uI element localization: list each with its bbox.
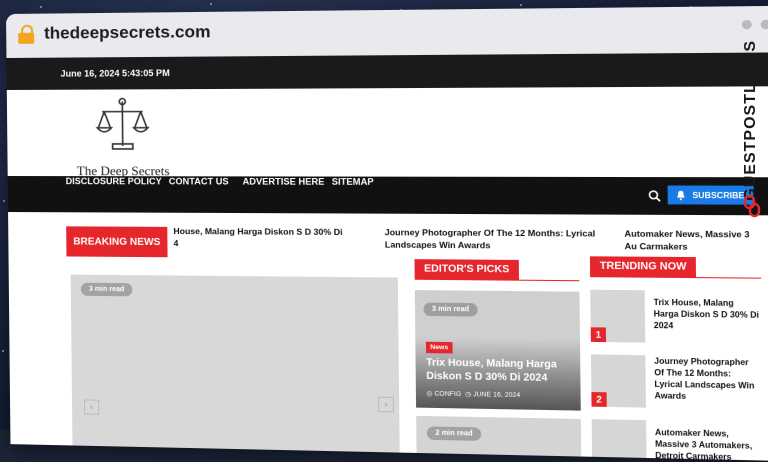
nav-sitemap[interactable]: SITEMAP	[332, 177, 374, 187]
web-page: June 16, 2024 5:43:05 PM The Deep Secret…	[6, 52, 768, 461]
breaking-news-label: BREAKING NEWS	[66, 226, 167, 257]
window-dot-icon[interactable]	[742, 20, 752, 30]
trending-title[interactable]: Trix House, Malang Harga Diskon S D 30% …	[653, 297, 759, 333]
slider-prev-button[interactable]: ‹	[84, 399, 99, 414]
nav-advertise-here[interactable]: ADVERTISE HERE	[243, 176, 325, 186]
bell-icon	[677, 190, 686, 199]
section-divider	[415, 279, 580, 282]
editors-picks-heading: EDITOR'S PICKS	[414, 259, 519, 281]
editors-pick-card[interactable]: 2 min read	[416, 416, 581, 462]
trending-thumbnail[interactable]	[592, 419, 647, 461]
trending-title[interactable]: Journey Photographer Of The 12 Months: L…	[654, 355, 760, 403]
section-divider	[590, 276, 761, 279]
watermark-text: GUESTPOSTLINKS	[742, 40, 760, 201]
search-icon[interactable]	[648, 190, 661, 203]
ticker-item[interactable]: Journey Photographer Of The 12 Months: L…	[385, 226, 599, 252]
card-date: JUNE 16, 2024	[473, 391, 520, 399]
url-text: thedeepsecrets.com	[44, 22, 211, 44]
trending-rank: 1	[591, 327, 606, 342]
nav-disclosure-policy[interactable]: DISCLOSURE POLICY	[66, 176, 162, 186]
trending-thumbnail[interactable]: 1	[590, 290, 645, 343]
nav-contact-us[interactable]: CONTACT US	[169, 176, 229, 186]
trending-now-heading: TRENDING NOW	[590, 256, 697, 278]
window-dot-icon[interactable]	[761, 20, 768, 30]
card-author[interactable]: CONFIG	[434, 390, 461, 398]
trending-thumbnail[interactable]: 2	[591, 354, 646, 407]
user-icon: ◎	[426, 390, 432, 397]
trending-rank: 2	[591, 392, 606, 407]
address-bar[interactable]: thedeepsecrets.com	[18, 22, 211, 44]
clock-icon: ◷	[465, 391, 471, 398]
ticker-item[interactable]: Automaker News, Massive 3 Au Carmakers	[624, 227, 762, 253]
window-controls	[742, 20, 768, 30]
hero-slider[interactable]: 3 min read ‹ ›	[71, 275, 400, 462]
date-time: June 16, 2024 5:43:05 PM	[60, 68, 169, 79]
trending-title[interactable]: Automaker News, Massive 3 Automakers, De…	[655, 427, 761, 462]
top-bar: June 16, 2024 5:43:05 PM	[6, 52, 768, 90]
link-icon	[743, 194, 761, 218]
lock-icon	[18, 24, 34, 43]
main-navigation: DISCLOSURE POLICY CONTACT US ADVERTISE H…	[8, 176, 768, 215]
ticker-item[interactable]: House, Malang Harga Diskon S D 30% Di 4	[173, 225, 349, 251]
browser-chrome: thedeepsecrets.com	[6, 6, 768, 58]
subscribe-label: SUBSCRIBE	[692, 190, 744, 200]
site-logo[interactable]: The Deep Secrets	[67, 95, 179, 179]
slider-next-button[interactable]: ›	[378, 397, 394, 413]
category-tag[interactable]: News	[426, 342, 453, 354]
editors-pick-card[interactable]: 3 min read News Trix House, Malang Harga…	[415, 290, 581, 411]
card-title[interactable]: Trix House, Malang Harga Diskon S D 30% …	[426, 356, 570, 385]
read-time-badge: 3 min read	[423, 303, 477, 317]
read-time-badge: 3 min read	[81, 283, 133, 297]
card-meta: ◎ CONFIG ◷ JUNE 16, 2024	[426, 389, 520, 399]
browser-window: thedeepsecrets.com June 16, 2024 5:43:05…	[6, 6, 768, 462]
watermark: GUESTPOSTLINKS	[738, 40, 766, 230]
scales-icon	[92, 95, 153, 154]
